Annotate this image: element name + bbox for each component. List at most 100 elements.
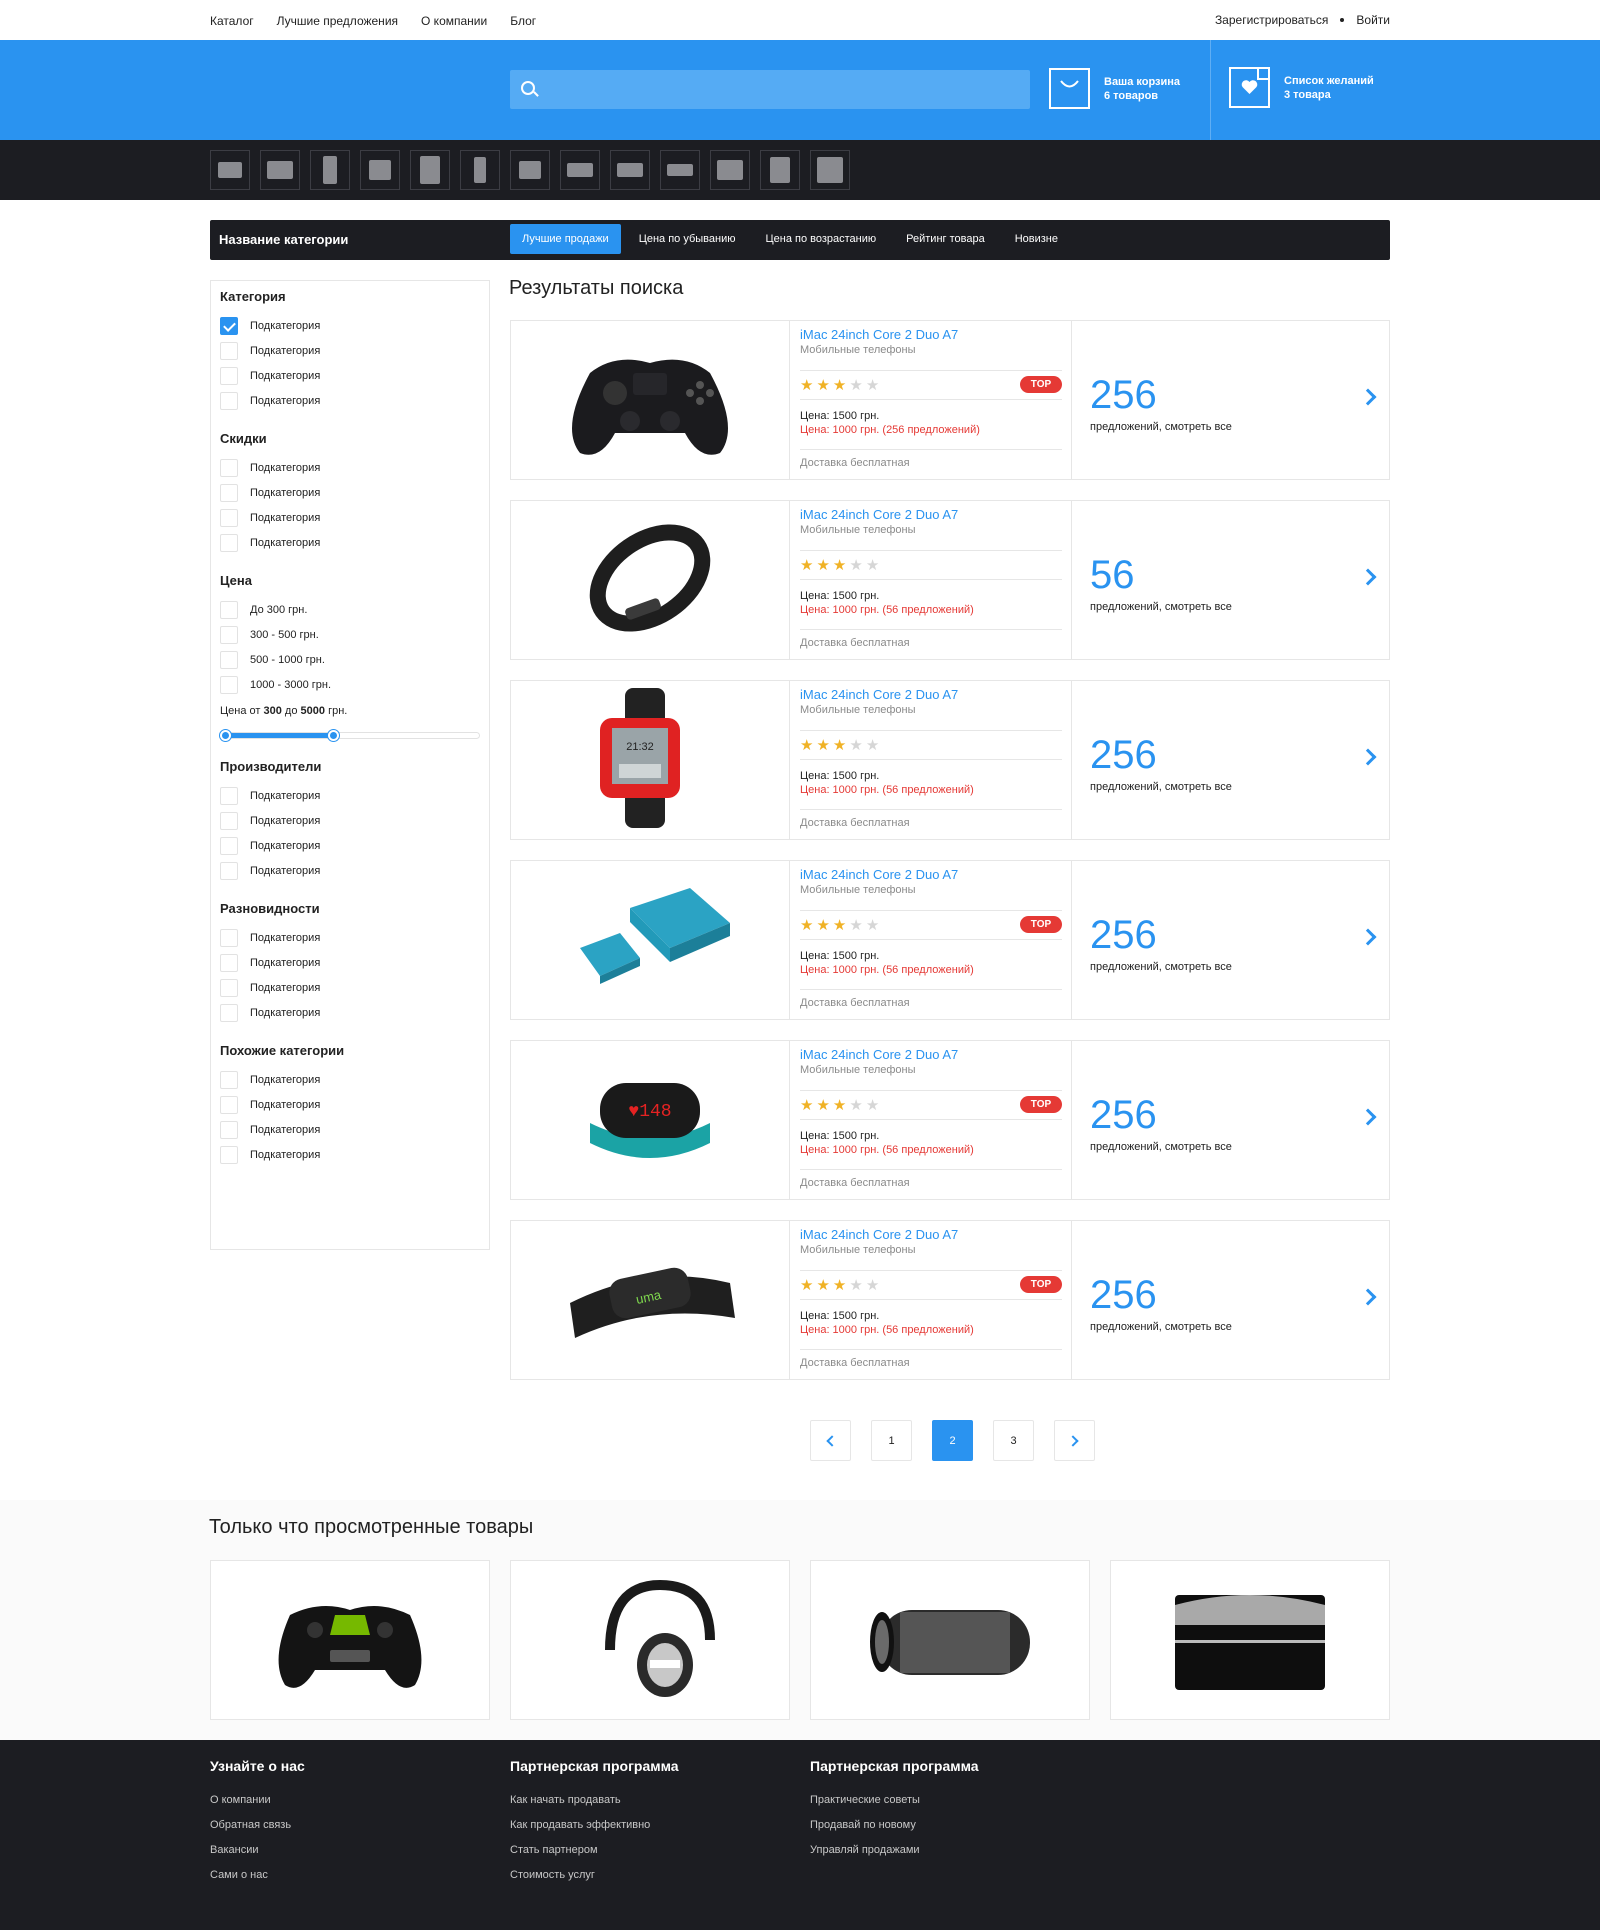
offers-block[interactable]: 256 предложений, смотреть все: [1071, 1221, 1390, 1379]
filter-option[interactable]: Подкатегория: [220, 808, 480, 833]
footer-link[interactable]: Как начать продавать: [510, 1794, 679, 1819]
checkbox[interactable]: [220, 1145, 238, 1164]
page-button-current[interactable]: 2: [932, 1420, 973, 1461]
sort-tab-newest[interactable]: Новизне: [1003, 224, 1070, 254]
books-icon[interactable]: [810, 150, 850, 190]
checkbox[interactable]: [220, 600, 238, 619]
register-link[interactable]: Зарегистрироваться: [1215, 13, 1328, 27]
offers-block[interactable]: 256 предложений, смотреть все: [1071, 861, 1390, 1019]
nav-link-catalog[interactable]: Каталог: [210, 14, 254, 28]
gamepad-icon[interactable]: [560, 150, 600, 190]
recent-item[interactable]: [1110, 1560, 1390, 1720]
recent-item[interactable]: [510, 1560, 790, 1720]
monitor-icon[interactable]: [260, 150, 300, 190]
footer-link[interactable]: Сами о нас: [210, 1869, 305, 1894]
filter-option[interactable]: 300 - 500 грн.: [220, 622, 480, 647]
chevron-right-icon[interactable]: [1359, 1108, 1377, 1126]
checkbox[interactable]: [220, 1095, 238, 1114]
footer-link[interactable]: О компании: [210, 1794, 305, 1819]
nav-link-about[interactable]: О компании: [421, 14, 487, 28]
checkbox[interactable]: [220, 625, 238, 644]
piano-icon[interactable]: [710, 150, 750, 190]
footer-link[interactable]: Как продавать эффективно: [510, 1819, 679, 1844]
sort-tab-best-sellers[interactable]: Лучшие продажи: [510, 224, 621, 254]
printer-icon[interactable]: [510, 150, 550, 190]
product-name-link[interactable]: iMac 24inch Core 2 Duo A7: [800, 867, 958, 882]
filter-option[interactable]: Подкатегория: [220, 950, 480, 975]
filter-option[interactable]: Подкатегория: [220, 975, 480, 1000]
recent-item[interactable]: [810, 1560, 1090, 1720]
checkbox[interactable]: [220, 928, 238, 947]
footer-link[interactable]: Продавай по новому: [810, 1819, 979, 1844]
checkbox[interactable]: [220, 391, 238, 410]
sort-tab-price-asc[interactable]: Цена по возрастанию: [754, 224, 889, 254]
filter-option[interactable]: Подкатегория: [220, 363, 480, 388]
checkbox[interactable]: [220, 1120, 238, 1139]
product-image[interactable]: [511, 861, 790, 1019]
footer-link[interactable]: Практические советы: [810, 1794, 979, 1819]
checkbox[interactable]: [220, 836, 238, 855]
bottle-icon[interactable]: [460, 150, 500, 190]
checkbox[interactable]: [220, 341, 238, 360]
price-slider[interactable]: [220, 729, 480, 741]
page-button[interactable]: 3: [993, 1420, 1034, 1461]
camera-icon[interactable]: [210, 150, 250, 190]
search-input[interactable]: [550, 70, 1020, 109]
checkbox[interactable]: [220, 861, 238, 880]
slider-handle-max[interactable]: [328, 730, 340, 741]
offers-block[interactable]: 256 предложений, смотреть все: [1071, 1041, 1390, 1199]
product-image[interactable]: uma: [511, 1221, 790, 1379]
product-image[interactable]: [511, 321, 790, 479]
filter-option[interactable]: Подкатегория: [220, 530, 480, 555]
checkbox[interactable]: [220, 650, 238, 669]
prev-page-button[interactable]: [810, 1420, 851, 1461]
router-icon[interactable]: [660, 150, 700, 190]
filter-option[interactable]: До 300 грн.: [220, 597, 480, 622]
washbasin-icon[interactable]: [360, 150, 400, 190]
offers-label[interactable]: предложений, смотреть все: [1090, 1141, 1232, 1153]
login-link[interactable]: Войти: [1356, 13, 1390, 27]
filter-option[interactable]: Подкатегория: [220, 388, 480, 413]
checkbox[interactable]: [220, 366, 238, 385]
filter-option[interactable]: Подкатегория: [220, 1117, 480, 1142]
checkbox[interactable]: [220, 786, 238, 805]
slider-handle-min[interactable]: [220, 730, 231, 741]
filter-option[interactable]: Подкатегория: [220, 783, 480, 808]
product-image[interactable]: 21:32: [511, 681, 790, 839]
filter-option[interactable]: Подкатегория: [220, 338, 480, 363]
nav-link-best-offers[interactable]: Лучшие предложения: [277, 14, 398, 28]
filter-option[interactable]: Подкатегория: [220, 858, 480, 883]
checkbox[interactable]: [220, 1070, 238, 1089]
checkbox[interactable]: [220, 483, 238, 502]
filter-option[interactable]: Подкатегория: [220, 1092, 480, 1117]
filter-option[interactable]: Подкатегория: [220, 925, 480, 950]
filter-option[interactable]: Подкатегория: [220, 1067, 480, 1092]
chevron-right-icon[interactable]: [1359, 748, 1377, 766]
filter-option[interactable]: Подкатегория: [220, 833, 480, 858]
checkbox[interactable]: [220, 508, 238, 527]
page-button[interactable]: 1: [871, 1420, 912, 1461]
cart-widget[interactable]: Ваша корзина 6 товаров: [1049, 68, 1180, 109]
checkbox[interactable]: [220, 978, 238, 997]
product-name-link[interactable]: iMac 24inch Core 2 Duo A7: [800, 507, 958, 522]
checkbox[interactable]: [220, 675, 238, 694]
wishlist-widget[interactable]: Список желаний 3 товара: [1229, 67, 1374, 108]
product-name-link[interactable]: iMac 24inch Core 2 Duo A7: [800, 1227, 958, 1242]
footer-link[interactable]: Вакансии: [210, 1844, 305, 1869]
offers-block[interactable]: 256 предложений, смотреть все: [1071, 681, 1390, 839]
sort-tab-rating[interactable]: Рейтинг товара: [894, 224, 997, 254]
kitchenware-icon[interactable]: [760, 150, 800, 190]
recent-item[interactable]: [210, 1560, 490, 1720]
filter-option[interactable]: Подкатегория: [220, 1142, 480, 1167]
chevron-right-icon[interactable]: [1359, 928, 1377, 946]
nav-link-blog[interactable]: Блог: [510, 14, 536, 28]
offers-label[interactable]: предложений, смотреть все: [1090, 961, 1232, 973]
product-name-link[interactable]: iMac 24inch Core 2 Duo A7: [800, 1047, 958, 1062]
product-image[interactable]: [511, 501, 790, 659]
offers-label[interactable]: предложений, смотреть все: [1090, 781, 1232, 793]
footer-link[interactable]: Стоимость услуг: [510, 1869, 679, 1894]
sort-tab-price-desc[interactable]: Цена по убыванию: [627, 224, 748, 254]
filter-option[interactable]: Подкатегория: [220, 313, 480, 338]
footer-link[interactable]: Обратная связь: [210, 1819, 305, 1844]
checkbox[interactable]: [220, 533, 238, 552]
